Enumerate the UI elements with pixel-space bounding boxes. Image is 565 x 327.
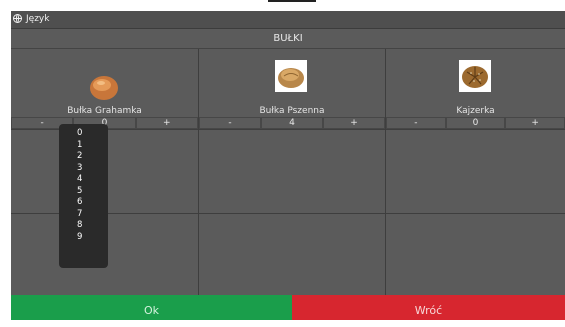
- product-name: Bułka Grahamka: [67, 106, 142, 116]
- dropdown-option[interactable]: 5: [59, 186, 108, 198]
- dropdown-option[interactable]: 9: [59, 232, 108, 244]
- product-name: Kajzerka: [456, 106, 495, 116]
- dropdown-option[interactable]: 3: [59, 163, 108, 175]
- dropdown-option[interactable]: 2: [59, 151, 108, 163]
- product-name: Bułka Pszenna: [259, 106, 325, 116]
- increment-button[interactable]: +: [505, 117, 565, 129]
- increment-button[interactable]: +: [135, 117, 198, 129]
- decrement-button[interactable]: -: [386, 117, 446, 129]
- category-title: BUŁKI: [11, 29, 565, 49]
- globe-icon: [13, 14, 22, 23]
- language-label: Język: [26, 14, 50, 24]
- roll-graham-image: [90, 76, 118, 100]
- kaiser-roll-image: [459, 60, 491, 92]
- dropdown-option[interactable]: 0: [59, 128, 108, 140]
- quantity-field[interactable]: 4: [261, 117, 323, 129]
- quantity-stepper[interactable]: - 0 +: [386, 117, 565, 129]
- quantity-field[interactable]: 0: [445, 117, 506, 129]
- quantity-dropdown[interactable]: 0 1 2 3 4 5 6 7 8 9: [59, 124, 108, 268]
- language-bar[interactable]: Język: [11, 11, 565, 29]
- decrement-button[interactable]: -: [199, 117, 261, 129]
- back-button[interactable]: Wróć: [292, 295, 565, 320]
- product-card[interactable]: Kajzerka - 0 +: [386, 49, 565, 167]
- footer-bar: Ok Wróć: [11, 295, 565, 320]
- increment-button[interactable]: +: [323, 117, 385, 129]
- wheat-roll-image: [275, 60, 307, 92]
- quantity-stepper[interactable]: - 4 +: [199, 117, 385, 129]
- product-card[interactable]: Bułka Pszenna - 4 +: [199, 49, 385, 167]
- dropdown-option[interactable]: 8: [59, 220, 108, 232]
- dropdown-option[interactable]: 4: [59, 174, 108, 186]
- ok-button[interactable]: Ok: [11, 295, 292, 320]
- dropdown-option[interactable]: 7: [59, 209, 108, 221]
- window-drag-handle: [268, 0, 316, 2]
- dropdown-option[interactable]: 6: [59, 197, 108, 209]
- dropdown-option[interactable]: 1: [59, 140, 108, 152]
